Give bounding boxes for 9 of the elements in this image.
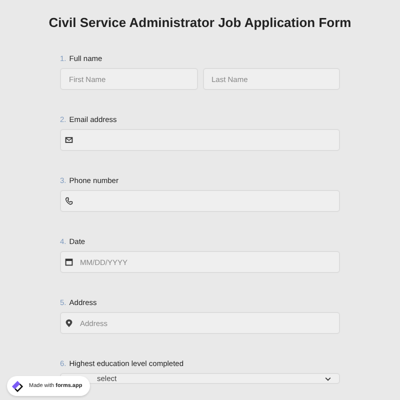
location-pin-icon	[65, 319, 73, 328]
input-field[interactable]	[60, 190, 340, 212]
calendar-icon	[65, 258, 73, 266]
phone-icon	[65, 197, 73, 205]
email-icon	[65, 136, 73, 144]
form-title: Civil Service Administrator Job Application Form	[48, 14, 352, 32]
chevron-down-icon	[325, 376, 331, 380]
logo-icon	[11, 380, 24, 392]
input-field[interactable]	[60, 129, 340, 151]
